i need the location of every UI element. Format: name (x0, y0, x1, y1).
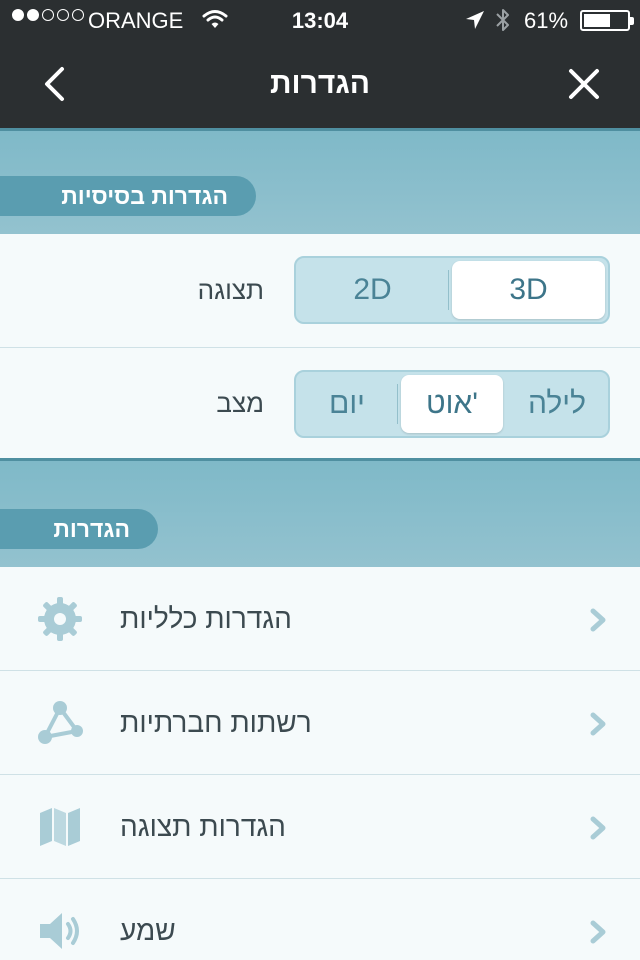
chevron-right-icon (590, 712, 606, 736)
list-item-general-settings[interactable]: הגדרות כלליות (0, 567, 640, 671)
navigation-bar: הגדרות (0, 40, 640, 128)
list-item-label: שמע (120, 915, 176, 946)
page-title: הגדרות (270, 67, 370, 100)
display-segmented-control[interactable]: 2D 3D (294, 256, 610, 324)
list-item-label: הגדרות תצוגה (120, 811, 286, 842)
gear-icon (38, 597, 82, 641)
display-label: תצוגה (197, 275, 264, 305)
chevron-right-icon (590, 920, 606, 944)
basic-settings-title: הגדרות בסיסיות (0, 176, 256, 216)
location-arrow-icon (466, 11, 484, 29)
chevron-right-icon (590, 816, 606, 840)
mode-segmented-control[interactable]: יום אוט' לילה (294, 370, 610, 438)
mode-label: מצב (216, 387, 264, 418)
settings-title: הגדרות (0, 509, 158, 549)
battery-percent: 61% (524, 8, 569, 33)
list-item-label: רשתות חברתיות (120, 707, 312, 738)
bluetooth-icon (496, 9, 509, 31)
mode-row: יום אוט' לילה מצב (0, 348, 640, 458)
chevron-left-icon (45, 67, 64, 101)
list-item-label: הגדרות כלליות (120, 603, 292, 634)
segment-auto[interactable]: אוט' (401, 375, 503, 433)
speaker-icon (40, 913, 79, 949)
segment-3d[interactable]: 3D (452, 261, 605, 319)
chevron-right-icon (590, 608, 606, 632)
back-button[interactable] (28, 60, 80, 108)
carrier-name: ORANGE (88, 8, 184, 33)
map-icon (40, 808, 80, 846)
wifi-icon (202, 10, 228, 28)
list-item-social-networks[interactable]: רשתות חברתיות (0, 671, 640, 775)
display-row: 2D 3D תצוגה (0, 234, 640, 348)
status-bar: ORANGE 13:04 61% (0, 0, 640, 40)
list-item-sound[interactable]: שמע (0, 879, 640, 960)
segment-2d[interactable]: 2D (296, 258, 449, 322)
list-item-display-settings[interactable]: הגדרות תצוגה (0, 775, 640, 879)
settings-header: הגדרות (0, 458, 640, 567)
battery-icon (580, 10, 634, 31)
close-icon (569, 69, 599, 99)
segment-night[interactable]: לילה (506, 372, 608, 436)
segment-day[interactable]: יום (296, 372, 398, 436)
signal-strength-icon (12, 9, 87, 21)
basic-settings-header: הגדרות בסיסיות (0, 128, 640, 234)
share-network-icon (38, 701, 83, 744)
close-button[interactable] (556, 60, 612, 108)
